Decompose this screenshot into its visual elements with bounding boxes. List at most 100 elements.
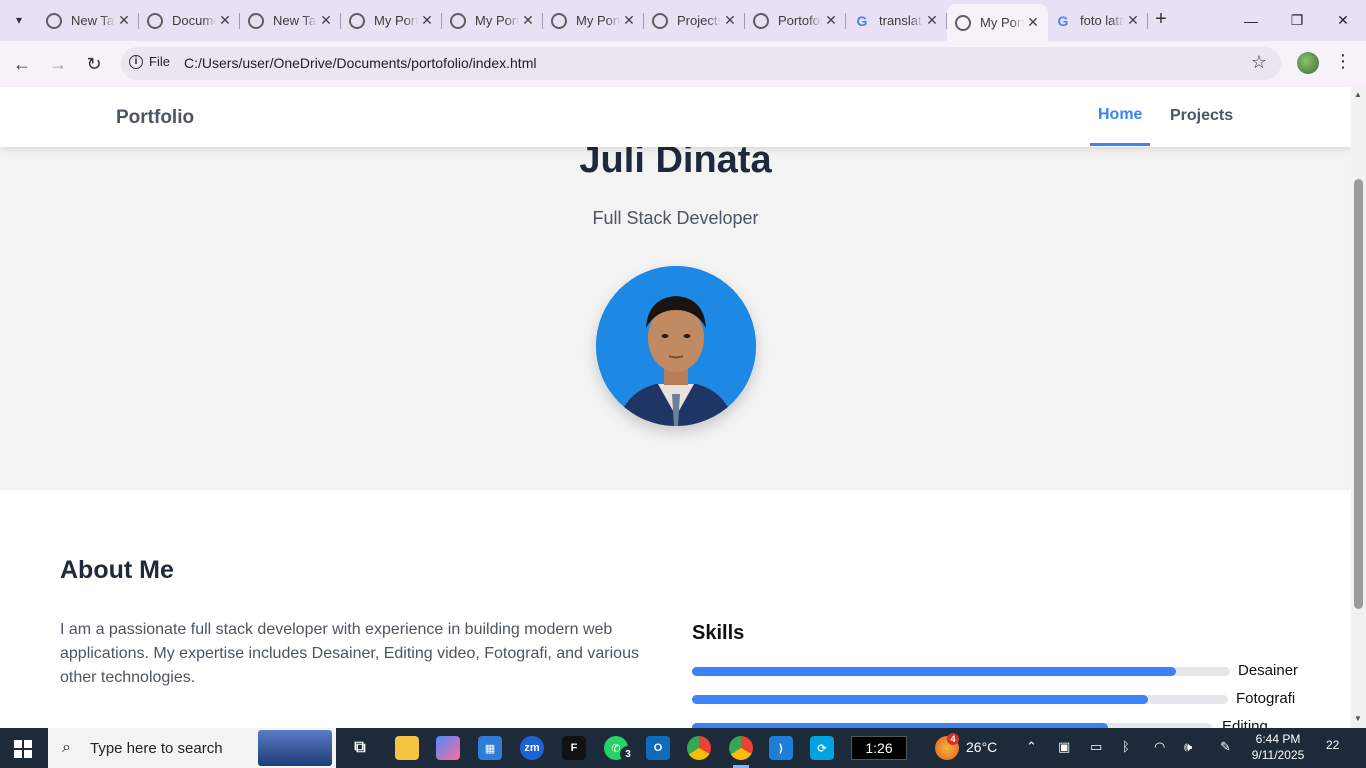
copilot-icon[interactable] [436, 736, 460, 760]
tab-close-icon[interactable]: ✕ [721, 12, 739, 30]
page-viewport: Juli Dinata Full Stack Developer Portfol… [0, 87, 1351, 728]
temperature[interactable]: 26°C [966, 739, 997, 755]
minimize-button[interactable]: — [1228, 0, 1274, 41]
tab-search-button[interactable]: ▾ [6, 8, 32, 32]
taskbar-clock[interactable]: 6:44 PM 9/11/2025 [1248, 731, 1308, 763]
tab-title: My Portfolio [576, 13, 620, 28]
windows-taskbar: ⌕ Type here to search ⧉ ▦ zm F ✆ 3 O ⟩ ⟳… [0, 728, 1366, 768]
forward-button[interactable]: → [45, 51, 71, 77]
globe-icon [450, 12, 466, 29]
nav-link-projects[interactable]: Projects [1170, 107, 1233, 125]
figma-icon[interactable]: F [562, 736, 586, 760]
task-view-icon[interactable]: ⧉ [348, 736, 372, 760]
profile-avatar[interactable] [1297, 52, 1319, 74]
site-info-label: File [149, 54, 170, 69]
tab-close-icon[interactable]: ✕ [115, 12, 133, 30]
skill-fill [692, 667, 1177, 676]
globe-icon [147, 12, 163, 29]
browser-tab[interactable]: My Portfolio✕ [947, 4, 1048, 41]
google-icon: G [856, 12, 868, 29]
file-explorer-icon[interactable] [395, 736, 419, 760]
scroll-up-icon[interactable]: ▲ [1354, 90, 1362, 99]
tab-close-icon[interactable]: ✕ [1024, 14, 1042, 32]
restore-button[interactable]: ❐ [1274, 0, 1320, 41]
taskbar-search-box[interactable]: ⌕ Type here to search [48, 728, 336, 768]
browser-tab[interactable]: Gtranslate✕ [846, 4, 947, 37]
skill-track [692, 667, 1230, 676]
tab-close-icon[interactable]: ✕ [923, 12, 941, 30]
back-button[interactable]: ← [9, 51, 35, 77]
skills-title: Skills [692, 622, 745, 644]
timer-widget[interactable]: 1:26 [851, 736, 907, 760]
search-icon: ⌕ [62, 739, 71, 756]
browser-tab[interactable]: My Portfolio✕ [442, 4, 543, 37]
chrome-active-icon[interactable] [729, 736, 753, 760]
tab-title: My Portfolio [374, 13, 418, 28]
chrome-icon[interactable] [687, 736, 711, 760]
tab-close-icon[interactable]: ✕ [317, 12, 335, 30]
browser-tab[interactable]: New Tab✕ [38, 4, 139, 37]
clock-date: 9/11/2025 [1251, 748, 1305, 762]
address-bar[interactable]: i File C:/Users/user/OneDrive/Documents/… [121, 47, 1281, 80]
skill-label: Editing [1222, 718, 1268, 728]
active-nav-indicator [1090, 143, 1150, 146]
minimize-icon: — [1244, 12, 1258, 29]
hero-section: Juli Dinata Full Stack Developer [0, 87, 1351, 490]
bluetooth-icon[interactable]: ᛒ [1122, 739, 1130, 754]
url-text[interactable]: C:/Users/user/OneDrive/Documents/portofo… [184, 55, 536, 71]
wifi-icon[interactable]: ◠ [1154, 739, 1165, 755]
whatsapp-badge: 3 [620, 746, 636, 762]
close-window-button[interactable]: ✕ [1320, 0, 1366, 41]
browser-menu-icon[interactable]: ⋮ [1334, 51, 1352, 72]
bookmark-star-icon[interactable]: ☆ [1251, 52, 1267, 73]
tab-title: Portofolio [778, 13, 822, 28]
tab-title: My Portfolio [980, 15, 1024, 30]
tab-close-icon[interactable]: ✕ [418, 12, 436, 30]
battery-icon[interactable]: ▭ [1090, 739, 1102, 755]
browser-tab[interactable]: Gfoto latar✕ [1047, 4, 1148, 37]
scroll-thumb[interactable] [1354, 179, 1363, 609]
sync-app-icon[interactable]: ⟳ [810, 736, 834, 760]
person-photo-icon [596, 266, 756, 426]
nav-link-home[interactable]: Home [1098, 106, 1142, 124]
info-icon: i [129, 54, 143, 69]
microsoft-store-icon[interactable]: ▦ [478, 736, 502, 760]
tab-separator [1147, 13, 1148, 29]
browser-tab[interactable]: Portofolio✕ [745, 4, 846, 37]
windows-start-icon[interactable] [14, 740, 32, 758]
browser-tab[interactable]: Projects ✕ [644, 4, 745, 37]
scroll-down-icon[interactable]: ▼ [1354, 714, 1362, 723]
tab-close-icon[interactable]: ✕ [1124, 12, 1142, 30]
chevron-up-icon[interactable]: ⌃ [1026, 739, 1037, 755]
reload-icon: ↻ [86, 53, 102, 74]
outlook-icon[interactable]: O [646, 736, 670, 760]
site-info-chip[interactable]: i File [129, 54, 170, 69]
reload-button[interactable]: ↻ [81, 51, 107, 77]
site-brand[interactable]: Portfolio [116, 107, 194, 129]
tab-close-icon[interactable]: ✕ [620, 12, 638, 30]
new-tab-button[interactable]: + [1150, 9, 1172, 31]
zoom-icon[interactable]: zm [520, 736, 544, 760]
weather-badge: 4 [947, 733, 959, 745]
browser-tab[interactable]: Document✕ [139, 4, 240, 37]
skill-track [692, 695, 1228, 704]
vscode-icon[interactable]: ⟩ [769, 736, 793, 760]
browser-tab[interactable]: New Tab✕ [240, 4, 341, 37]
about-title: About Me [60, 556, 174, 584]
arrow-right-icon: → [49, 53, 67, 74]
notification-center-icon[interactable]: 22 [1326, 738, 1339, 752]
meet-now-icon[interactable]: ▣ [1058, 739, 1070, 755]
browser-tab[interactable]: My Portfolio✕ [341, 4, 442, 37]
globe-icon [551, 12, 567, 29]
volume-icon[interactable]: 🕪 [1184, 739, 1192, 755]
pen-icon[interactable]: ✎ [1220, 739, 1231, 755]
tab-close-icon[interactable]: ✕ [519, 12, 537, 30]
restore-icon: ❐ [1290, 12, 1304, 28]
tab-close-icon[interactable]: ✕ [216, 12, 234, 30]
notification-count: 22 [1326, 738, 1340, 752]
page-scrollbar[interactable]: ▲ ▼ [1351, 87, 1366, 728]
tab-title: translate [879, 13, 923, 28]
skill-label: Desainer [1238, 662, 1299, 679]
browser-tab[interactable]: My Portfolio✕ [543, 4, 644, 37]
tab-close-icon[interactable]: ✕ [822, 12, 840, 30]
